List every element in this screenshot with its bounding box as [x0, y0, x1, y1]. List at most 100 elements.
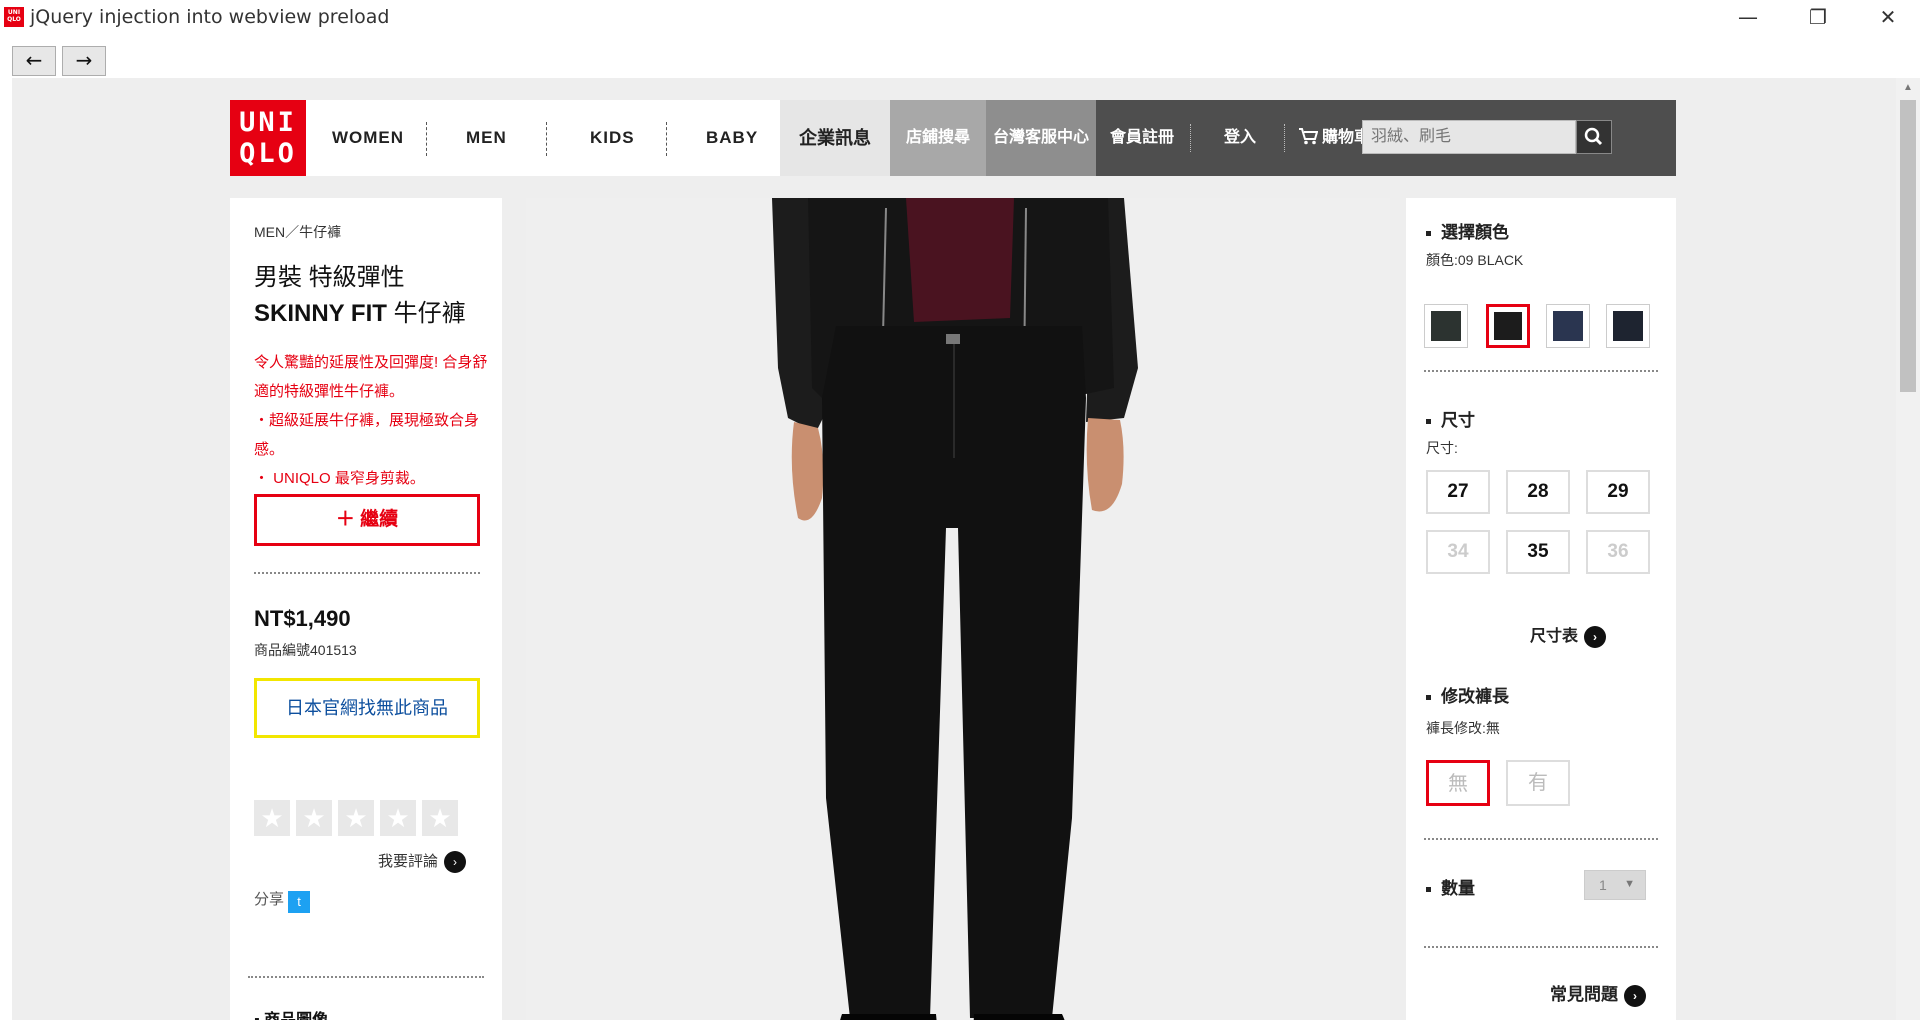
product-title: 男裝 特級彈性 SKINNY FIT 牛仔褲 [254, 260, 494, 332]
size-28[interactable]: 28 [1506, 470, 1570, 514]
size-29[interactable]: 29 [1586, 470, 1650, 514]
read-more-button[interactable]: ＋ 繼續 [254, 494, 480, 546]
images-heading-label: 商品圖像 [264, 1012, 328, 1020]
description-line: ・ UNIQLO 最窄身剪裁。 [254, 470, 425, 487]
logo-line1: UNI [239, 107, 297, 138]
description-line: ・超級延展牛仔褲，展現極致合身感。 [254, 412, 480, 458]
divider [1424, 946, 1658, 948]
uniqlo-logo[interactable]: UNI QLO [230, 100, 306, 176]
register-link[interactable]: 會員註冊 [1110, 100, 1174, 176]
share-row: 分享 t [254, 888, 311, 913]
restore-button[interactable]: ❐ [1786, 2, 1850, 32]
color-chip [1553, 311, 1583, 341]
size-heading: 尺寸 [1426, 406, 1475, 431]
back-button[interactable]: ← [12, 46, 56, 76]
color-chip [1431, 311, 1461, 341]
size-chart-label: 尺寸表 [1530, 628, 1579, 645]
size-27[interactable]: 27 [1426, 470, 1490, 514]
item-code: 商品編號401513 [254, 642, 357, 658]
site-header: UNI QLO WOMEN MEN KIDS BABY 企業訊息 店鋪搜尋 台灣… [230, 100, 1676, 176]
color-heading: 選擇顏色 [1426, 218, 1509, 243]
quantity-heading: 數量 [1426, 874, 1475, 899]
description-line: 令人驚豔的延展性及回彈度! 合身舒適的特級彈性牛仔褲。 [254, 354, 488, 400]
color-swatch[interactable] [1546, 304, 1590, 348]
product-images-heading: ▪ 商品圖像 [254, 1006, 328, 1020]
selected-hem-text: 褲長修改:無 [1426, 720, 1500, 736]
chevron-down-icon: ▼ [1624, 878, 1635, 890]
read-more-label: 繼續 [360, 509, 399, 530]
close-button[interactable]: ✕ [1856, 2, 1920, 32]
star-icon: ★ [254, 800, 290, 836]
nav-separator [666, 122, 667, 156]
japan-site-notice[interactable]: 日本官網找無此商品 [254, 678, 480, 738]
color-swatch-selected[interactable] [1486, 304, 1530, 348]
window-titlebar: UNI QLO jQuery injection into webview pr… [0, 0, 1920, 34]
size-36[interactable]: 36 [1586, 530, 1650, 574]
size-35[interactable]: 35 [1506, 530, 1570, 574]
faq-label: 常見問題 [1550, 985, 1618, 1004]
arrow-right-icon: › [1584, 625, 1607, 648]
forward-button[interactable]: → [62, 46, 106, 76]
store-search-link[interactable]: 店鋪搜尋 [890, 100, 986, 176]
color-swatch[interactable] [1606, 304, 1650, 348]
customer-service-link[interactable]: 台灣客服中心 [986, 100, 1096, 176]
model-jeans-illustration [526, 198, 1390, 1020]
color-swatch[interactable] [1424, 304, 1468, 348]
breadcrumb[interactable]: MEN／牛仔褲 [254, 222, 341, 242]
navigation-bar: ← → [0, 34, 1920, 78]
bar-separator [1190, 124, 1191, 152]
selected-size-text: 尺寸: [1426, 440, 1458, 456]
product-description: 令人驚豔的延展性及回彈度! 合身舒適的特級彈性牛仔褲。 ・超級延展牛仔褲，展現極… [254, 348, 494, 493]
window-title: jQuery injection into webview preload [30, 6, 390, 28]
size-chart-link[interactable]: 尺寸表 › [1530, 622, 1607, 648]
star-icon: ★ [422, 800, 458, 836]
scroll-thumb[interactable] [1900, 100, 1916, 392]
color-chip [1494, 312, 1522, 340]
bar-separator [1284, 124, 1285, 152]
quantity-select[interactable]: 1 ▼ [1584, 870, 1646, 900]
vertical-scrollbar[interactable]: ▲ [1896, 78, 1920, 1020]
product-photo[interactable] [526, 198, 1390, 1020]
category-nav: WOMEN MEN KIDS BABY [306, 100, 780, 176]
share-label: 分享 [254, 891, 285, 908]
star-icon: ★ [338, 800, 374, 836]
divider [1424, 838, 1658, 840]
star-icon: ★ [380, 800, 416, 836]
divider [248, 976, 484, 978]
nav-men[interactable]: MEN [466, 128, 507, 148]
search-icon [1584, 127, 1603, 146]
arrow-right-icon: › [1624, 984, 1646, 1007]
hem-alter-option[interactable]: 有 [1506, 760, 1570, 806]
review-label: 我要評論 [378, 853, 439, 870]
faq-link[interactable]: 常見問題 › [1550, 980, 1646, 1007]
nav-baby[interactable]: BABY [706, 128, 758, 148]
nav-separator [426, 122, 427, 156]
webview: UNI QLO WOMEN MEN KIDS BABY 企業訊息 店鋪搜尋 台灣… [12, 78, 1896, 1020]
hem-none-option[interactable]: 無 [1426, 760, 1490, 806]
logo-line2: QLO [239, 138, 297, 169]
price: NT$1,490 [254, 606, 351, 631]
size-34[interactable]: 34 [1426, 530, 1490, 574]
search-input[interactable] [1362, 120, 1576, 154]
title-type: 牛仔褲 [386, 300, 466, 327]
title-line1: 男裝 特級彈性 [254, 264, 405, 291]
twitter-icon[interactable]: t [288, 891, 311, 913]
rating-stars: ★ ★ ★ ★ ★ [254, 800, 464, 836]
hem-heading: 修改褲長 [1426, 682, 1509, 707]
cart-icon [1299, 128, 1319, 145]
nav-kids[interactable]: KIDS [590, 128, 635, 148]
quantity-value: 1 [1599, 877, 1607, 893]
divider [1424, 370, 1658, 372]
scroll-up-icon[interactable]: ▲ [1896, 78, 1920, 98]
nav-women[interactable]: WOMEN [332, 128, 404, 148]
divider [254, 572, 480, 574]
product-info-panel: MEN／牛仔褲 男裝 特級彈性 SKINNY FIT 牛仔褲 令人驚豔的延展性及… [230, 198, 502, 1020]
write-review-link[interactable]: 我要評論 › [378, 850, 467, 874]
login-link[interactable]: 登入 [1224, 100, 1256, 176]
minimize-button[interactable]: — [1716, 2, 1780, 32]
title-fit: SKINNY FIT [254, 300, 387, 327]
search-button[interactable] [1576, 120, 1612, 154]
color-chip [1613, 311, 1643, 341]
corporate-info-link[interactable]: 企業訊息 [780, 100, 890, 176]
cart-link[interactable]: 購物車 [1298, 100, 1370, 176]
